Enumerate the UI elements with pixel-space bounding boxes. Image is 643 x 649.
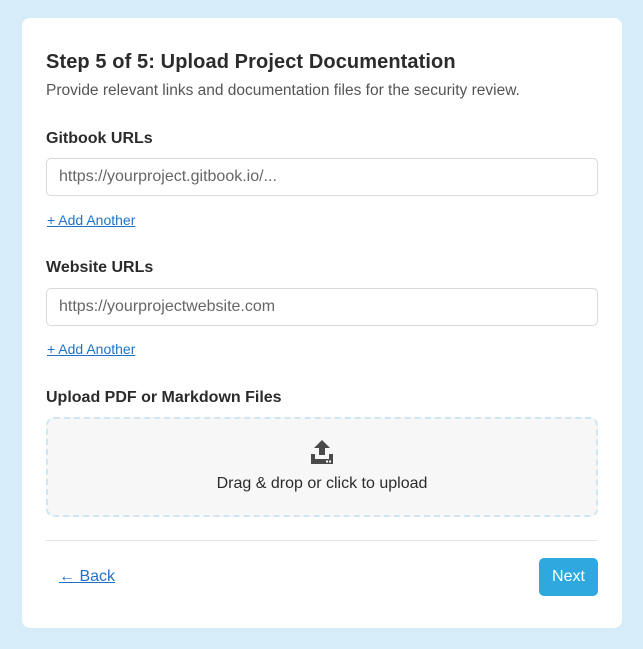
next-button[interactable]: Next (539, 558, 598, 596)
gitbook-url-input[interactable] (46, 158, 598, 196)
gitbook-urls-label: Gitbook URLs (46, 130, 153, 147)
page-title: Step 5 of 5: Upload Project Documentatio… (46, 51, 456, 73)
back-link[interactable]: ← Back (59, 568, 115, 586)
upload-files-label: Upload PDF or Markdown Files (46, 389, 282, 406)
file-dropzone[interactable]: Drag & drop or click to upload (46, 417, 598, 517)
form-card: Step 5 of 5: Upload Project Documentatio… (22, 18, 622, 628)
add-gitbook-url-link[interactable]: + Add Another (47, 212, 135, 228)
footer-divider (46, 540, 598, 541)
add-website-url-link[interactable]: + Add Another (47, 341, 135, 357)
page-subtitle: Provide relevant links and documentation… (46, 82, 520, 99)
website-url-input[interactable] (46, 288, 598, 326)
upload-icon (311, 440, 333, 464)
dropzone-text: Drag & drop or click to upload (216, 475, 428, 492)
website-urls-label: Website URLs (46, 259, 154, 276)
